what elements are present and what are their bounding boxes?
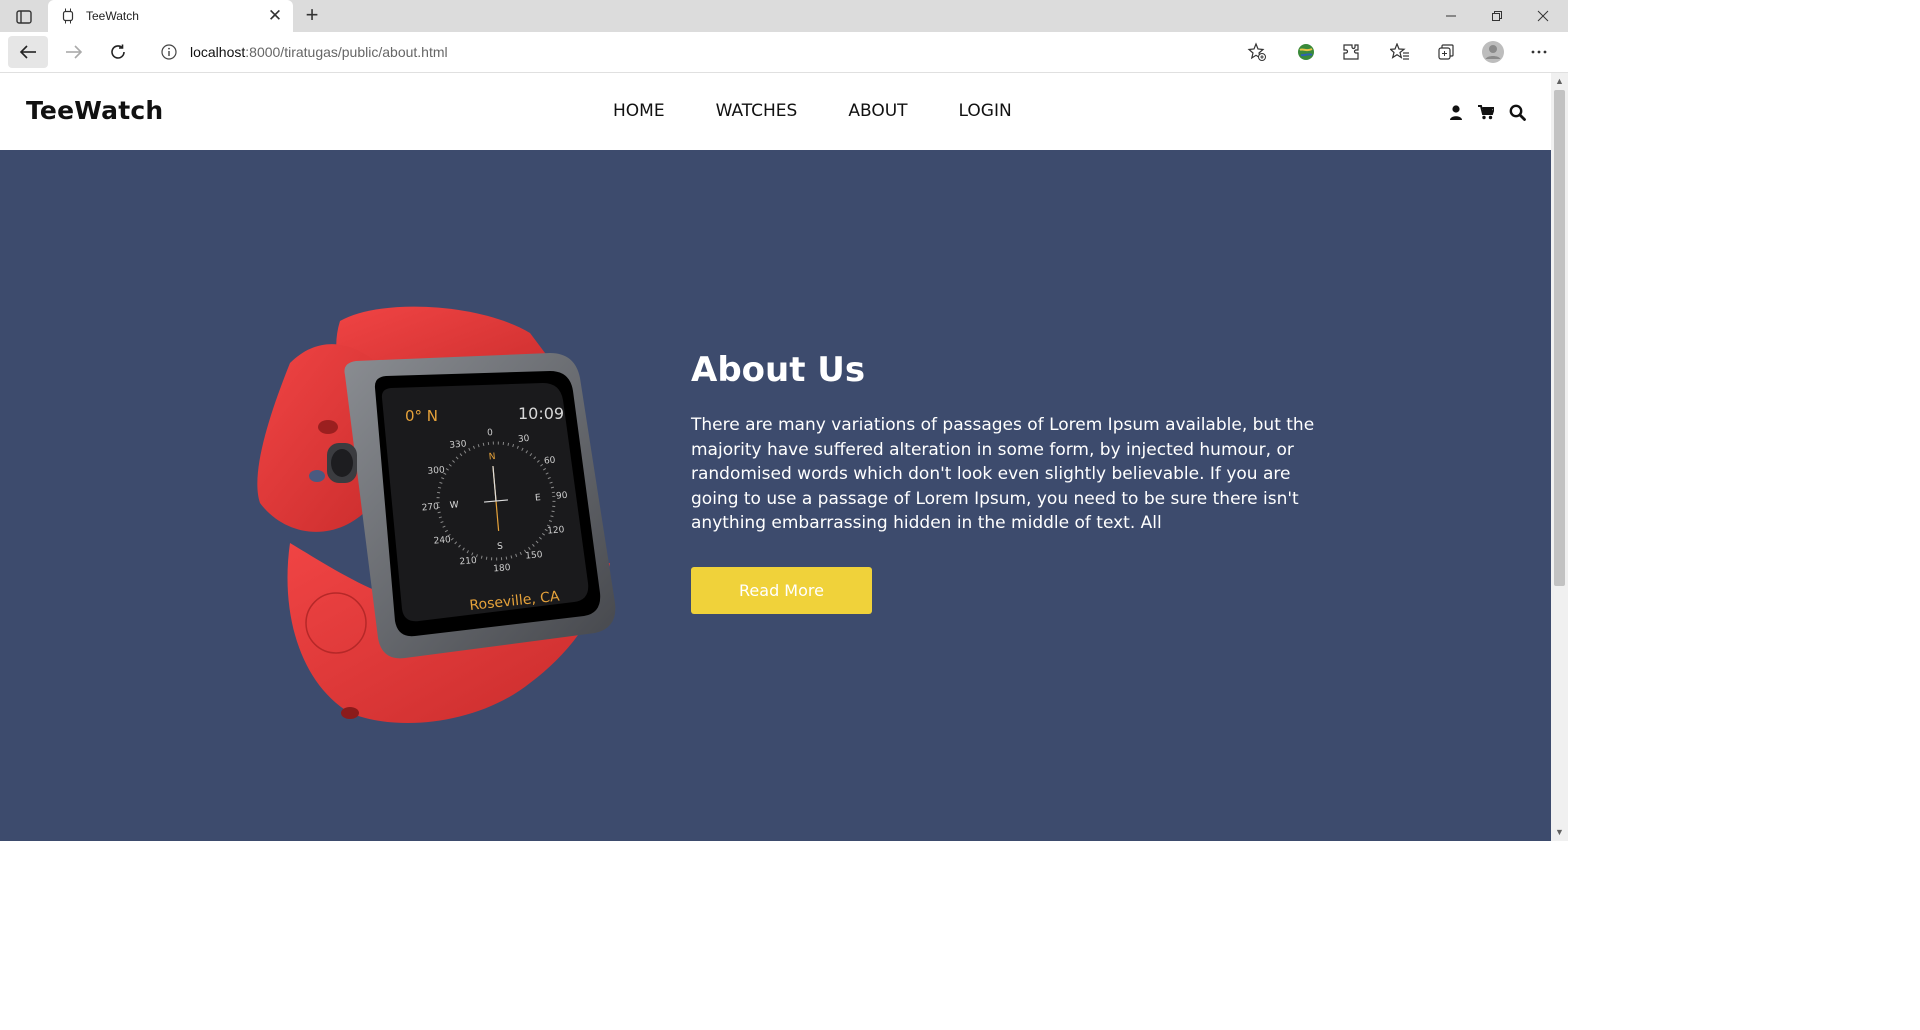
site-logo[interactable]: TeeWatch	[26, 96, 163, 125]
watch-heading: 0° N	[405, 407, 438, 425]
compass-num-120: 120	[547, 525, 565, 536]
restore-icon[interactable]	[1474, 0, 1520, 32]
compass-num-150: 150	[525, 550, 543, 561]
search-icon[interactable]	[1508, 103, 1526, 121]
compass-num-0: 0	[487, 428, 494, 438]
page-viewport: TeeWatch HOME WATCHES ABOUT LOGIN 0° N 1…	[0, 73, 1551, 841]
compass-num-60: 60	[544, 456, 557, 467]
main-menu: HOME WATCHES ABOUT LOGIN	[613, 101, 1063, 121]
menu-about[interactable]: ABOUT	[848, 101, 907, 121]
browser-toolbar: localhost:8000/tiratugas/public/about.ht…	[0, 32, 1568, 73]
menu-home[interactable]: HOME	[613, 101, 665, 121]
close-window-icon[interactable]	[1520, 0, 1566, 32]
compass-num-270: 270	[421, 502, 439, 513]
tab-title: TeeWatch	[86, 9, 139, 23]
compass-num-30: 30	[518, 434, 531, 445]
menu-login[interactable]: LOGIN	[959, 101, 1012, 121]
compass-n: N	[488, 452, 496, 463]
new-tab-icon[interactable]: +	[300, 4, 324, 28]
watch-time: 10:09	[518, 404, 564, 423]
scroll-thumb[interactable]	[1554, 90, 1565, 586]
read-more-button[interactable]: Read More	[691, 567, 872, 614]
add-favorite-icon[interactable]	[1241, 36, 1273, 68]
minimize-icon[interactable]	[1428, 0, 1474, 32]
refresh-icon[interactable]	[98, 36, 138, 68]
url-path: :8000/tiratugas/public/about.html	[245, 44, 448, 60]
compass-num-90: 90	[556, 491, 569, 502]
vertical-scrollbar[interactable]: ▲ ▼	[1551, 73, 1568, 841]
compass-num-300: 300	[427, 465, 445, 476]
collections-icon[interactable]	[1430, 36, 1462, 68]
url-text: localhost:8000/tiratugas/public/about.ht…	[190, 44, 448, 60]
tab-actions-icon[interactable]	[8, 6, 40, 28]
close-tab-icon[interactable]: ✕	[263, 6, 287, 26]
site-info-icon[interactable]	[160, 43, 178, 61]
compass-w: W	[449, 500, 459, 511]
favorites-icon[interactable]	[1384, 36, 1416, 68]
scroll-down-icon[interactable]: ▼	[1551, 824, 1568, 841]
compass-num-180: 180	[493, 563, 511, 574]
forward-icon[interactable]	[54, 36, 94, 68]
scroll-up-icon[interactable]: ▲	[1551, 73, 1568, 90]
url-host: localhost	[190, 44, 246, 60]
profile-avatar-icon[interactable]	[1477, 36, 1509, 68]
about-title: About Us	[691, 350, 866, 390]
about-paragraph: There are many variations of passages of…	[691, 415, 1315, 533]
watch-favicon-icon	[60, 8, 76, 24]
user-icon[interactable]	[1447, 103, 1465, 121]
browser-tab[interactable]: TeeWatch ✕	[48, 0, 293, 32]
cart-icon[interactable]	[1477, 103, 1495, 121]
compass-num-330: 330	[449, 439, 467, 450]
address-bar[interactable]: localhost:8000/tiratugas/public/about.ht…	[146, 36, 1276, 68]
watch-image: 0° N 10:09 0 30 60 90 120 150 180 210 24…	[257, 306, 616, 723]
menu-watches[interactable]: WATCHES	[716, 101, 798, 121]
back-icon[interactable]	[8, 36, 48, 68]
compass-num-240: 240	[433, 535, 451, 546]
site-header: TeeWatch HOME WATCHES ABOUT LOGIN	[0, 73, 1551, 150]
compass-s: S	[497, 542, 504, 552]
extension-globe-icon[interactable]	[1290, 36, 1322, 68]
browser-tab-bar: TeeWatch ✕ +	[0, 0, 1568, 32]
extensions-icon[interactable]	[1335, 36, 1367, 68]
compass-num-210: 210	[459, 556, 477, 567]
more-options-icon[interactable]	[1523, 36, 1555, 68]
